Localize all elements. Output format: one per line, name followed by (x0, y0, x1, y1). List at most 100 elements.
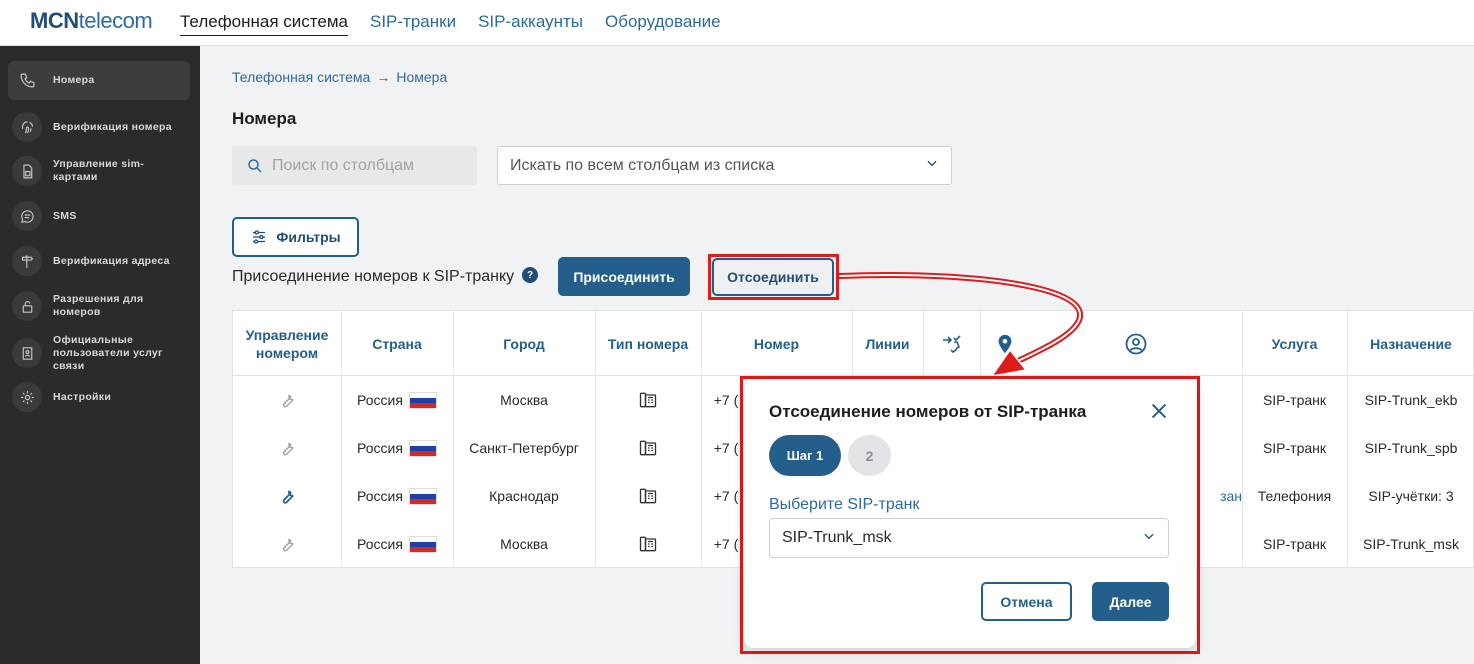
table-cell-service: SIP-транк (1262, 392, 1327, 408)
sidebar-item-label: Верификация номера (53, 120, 172, 133)
page-title: Номера (232, 109, 297, 128)
signpost-icon (12, 246, 42, 276)
table-cell-city: Санкт-Петербург (469, 440, 579, 456)
column-header-city[interactable]: Город (453, 311, 595, 376)
sidebar-item-label: Официальные пользователи услуг связи (53, 333, 163, 372)
sidebar-item-number-verification[interactable]: Верификация номера (8, 110, 190, 144)
attach-button[interactable]: Присоединить (558, 257, 690, 296)
trunk-select[interactable]: SIP-Trunk_msk (769, 518, 1169, 558)
table-cell-purpose: SIP-Trunk_msk (1363, 536, 1459, 552)
sidebar: Номера Верификация номера Управление sim… (0, 46, 200, 664)
column-header-purpose[interactable]: Назначение (1347, 311, 1474, 376)
breadcrumb-root[interactable]: Телефонная система (232, 69, 370, 85)
close-button[interactable] (1148, 400, 1174, 426)
russia-flag-icon (408, 487, 437, 505)
trunk-select-value: SIP-Trunk_msk (782, 529, 892, 546)
table-cell-city: Москва (500, 536, 548, 552)
search-icon (248, 158, 262, 173)
table-cell-city: Краснодар (489, 488, 559, 504)
sidebar-item-sim-management[interactable]: Управление sim-картами (8, 154, 190, 188)
country-name: Россия (357, 488, 403, 504)
table-cell-country: Россия (341, 424, 453, 472)
chevron-down-icon (1142, 529, 1156, 548)
column-header-forwarding[interactable] (923, 311, 980, 376)
trunk-select-label: Выберите SIP-транк (769, 496, 920, 513)
sidebar-item-sms[interactable]: SMS (8, 199, 190, 233)
sidebar-item-number-permissions[interactable]: Разрешения для номеров (8, 289, 190, 323)
column-select[interactable]: Искать по всем столбцам из списка (497, 146, 952, 185)
column-header-number[interactable]: Номер (701, 311, 852, 376)
cancel-button[interactable]: Отмена (981, 582, 1072, 621)
column-header-management[interactable]: Управление номером (233, 311, 341, 376)
column-header-country[interactable]: Страна (341, 311, 453, 376)
search-input[interactable] (272, 156, 472, 175)
topnav-sip-trunks[interactable]: SIP-транки (370, 12, 456, 36)
help-icon[interactable]: ? (522, 267, 538, 283)
landline-phone-icon (595, 376, 701, 424)
call-forward-icon (942, 334, 961, 353)
top-nav: Телефонная система SIP-транки SIP-аккаун… (180, 12, 721, 36)
column-header-location[interactable] (980, 311, 1030, 376)
column-header-user[interactable] (1030, 311, 1242, 376)
column-header-number-type[interactable]: Тип номера (595, 311, 701, 376)
russia-flag-icon (408, 439, 437, 457)
table-cell-service: SIP-транк (1262, 440, 1327, 456)
column-header-lines[interactable]: Линии (852, 311, 923, 376)
topnav-phone-system[interactable]: Телефонная система (180, 12, 348, 36)
table-cell-purpose: SIP-Trunk_ekb (1364, 392, 1458, 408)
filters-button[interactable]: Фильтры (232, 217, 359, 257)
number-settings-icon[interactable] (233, 472, 341, 520)
table-cell-service: Телефония (1257, 488, 1332, 504)
user-circle-icon (1125, 333, 1147, 354)
number-settings-icon[interactable] (233, 520, 341, 568)
sidebar-item-label: SMS (53, 209, 77, 222)
attach-section-label: Присоединение номеров к SIP-транку (232, 268, 515, 285)
sidebar-item-numbers[interactable]: Номера (8, 61, 190, 100)
sidebar-item-settings[interactable]: Настройки (8, 380, 190, 414)
country-name: Россия (357, 392, 403, 408)
breadcrumb: Телефонная система → Номера (232, 69, 447, 85)
country-name: Россия (357, 536, 403, 552)
logo[interactable]: MCNtelecom (30, 8, 153, 34)
landline-phone-icon (595, 520, 701, 568)
step-1-indicator: Шаг 1 (769, 435, 841, 476)
russia-flag-icon (408, 391, 437, 409)
number-settings-icon[interactable] (233, 376, 341, 424)
landline-phone-icon (595, 472, 701, 520)
table-cell-country: Россия (341, 520, 453, 568)
sidebar-item-label: Верификация адреса (53, 254, 170, 267)
sim-card-icon (12, 156, 42, 186)
landline-phone-icon (595, 424, 701, 472)
close-icon (1151, 403, 1167, 419)
country-name: Россия (357, 440, 403, 456)
next-button[interactable]: Далее (1092, 582, 1169, 621)
topnav-equipment[interactable]: Оборудование (605, 12, 721, 36)
detach-modal: Отсоединение номеров от SIP-транка Шаг 1… (744, 380, 1196, 648)
gear-icon (12, 382, 42, 412)
logo-light: telecom (78, 8, 153, 33)
sidebar-item-address-verification[interactable]: Верификация адреса (8, 244, 190, 278)
sidebar-item-label: Управление sim-картами (53, 158, 145, 183)
table-cell-service: SIP-транк (1262, 536, 1327, 552)
fingerprint-icon (12, 112, 42, 142)
table-cell-purpose: SIP-Trunk_spb (1364, 440, 1458, 456)
sidebar-item-label: Настройки (53, 390, 112, 403)
modal-title: Отсоединение номеров от SIP-транка (769, 402, 1087, 421)
table-cell-country: Россия (341, 472, 453, 520)
table-cell-purpose: SIP-учётки: 3 (1368, 488, 1454, 504)
filters-label: Фильтры (276, 229, 341, 245)
lock-icon (12, 291, 42, 321)
chevron-down-icon (925, 156, 939, 175)
topnav-sip-accounts[interactable]: SIP-аккаунты (478, 12, 583, 36)
search-box[interactable] (232, 146, 477, 185)
number-settings-icon[interactable] (233, 424, 341, 472)
logo-bold: MCN (30, 8, 79, 33)
breadcrumb-separator: → (376, 69, 391, 85)
sidebar-item-label: Номера (53, 74, 95, 86)
sliders-icon (253, 230, 266, 244)
column-header-service[interactable]: Услуга (1242, 311, 1347, 376)
sidebar-item-label: Разрешения для номеров (53, 293, 144, 318)
sidebar-item-official-users[interactable]: Официальные пользователи услуг связи (8, 333, 190, 373)
breadcrumb-current[interactable]: Номера (396, 69, 447, 85)
phone-icon (12, 66, 42, 96)
